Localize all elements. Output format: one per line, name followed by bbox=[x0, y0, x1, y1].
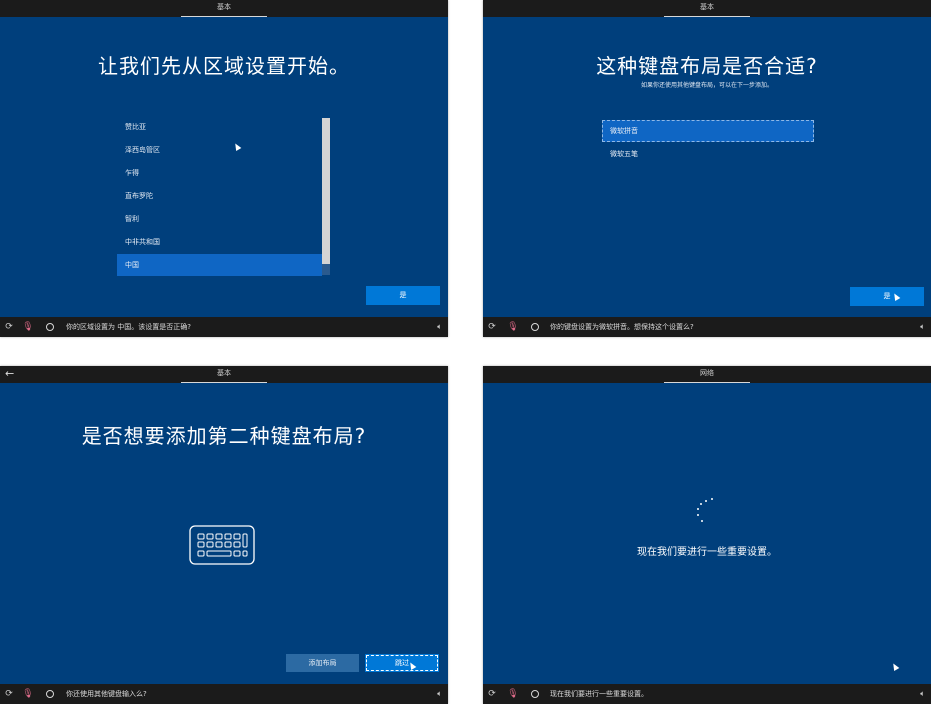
microphone-icon[interactable]: 🎙︎ bbox=[22, 321, 34, 333]
taskbar: ⟳ 🎙︎ 现在我们要进行一些重要设置。 🔈︎ bbox=[483, 684, 931, 704]
volume-icon[interactable]: 🔈︎ bbox=[920, 321, 925, 333]
status-text: 你的区域设置为 中国。该设置是否正确? bbox=[66, 323, 191, 331]
list-item[interactable]: 直布罗陀 bbox=[117, 185, 320, 207]
keyboard-icon bbox=[189, 525, 255, 565]
yes-button[interactable]: 是 bbox=[366, 286, 440, 305]
volume-icon[interactable]: 🔈︎ bbox=[437, 688, 442, 700]
list-item[interactable]: 赞比亚 bbox=[117, 116, 320, 138]
top-bar: 基本 bbox=[0, 0, 448, 17]
taskbar: ⟳ 🎙︎ 你还使用其他键盘输入么? 🔈︎ bbox=[0, 684, 448, 704]
cortana-circle-icon[interactable] bbox=[46, 323, 54, 331]
top-bar: 基本 bbox=[483, 0, 931, 17]
region-list[interactable]: 赞比亚 泽西岛管区 乍得 直布罗陀 智利 中非共和国 中国 bbox=[117, 116, 330, 277]
list-item[interactable]: 智利 bbox=[117, 208, 320, 230]
undo-arrow-icon[interactable]: ⟳ bbox=[486, 321, 498, 333]
volume-icon[interactable]: 🔈︎ bbox=[920, 688, 925, 700]
scrollbar-thumb[interactable] bbox=[322, 118, 330, 264]
list-item-selected[interactable]: 中国 bbox=[117, 254, 322, 276]
volume-icon[interactable]: 🔈︎ bbox=[437, 321, 442, 333]
loading-spinner-icon bbox=[689, 494, 719, 528]
microphone-icon[interactable]: 🎙︎ bbox=[22, 688, 34, 700]
status-message: 现在我们要进行一些重要设置。 bbox=[637, 547, 777, 558]
top-bar: ← 基本 bbox=[0, 366, 448, 383]
status-text: 你的键盘设置为微软拼音。想保持这个设置么? bbox=[550, 323, 694, 331]
undo-arrow-icon[interactable]: ⟳ bbox=[486, 688, 498, 700]
cortana-circle-icon[interactable] bbox=[531, 690, 539, 698]
page-title: 是否想要添加第二种键盘布局? bbox=[81, 424, 367, 448]
list-item[interactable]: 泽西岛管区 bbox=[117, 139, 320, 161]
cortana-circle-icon[interactable] bbox=[531, 323, 539, 331]
list-item[interactable]: 微软五笔 bbox=[602, 143, 814, 165]
tab-basics[interactable]: 基本 bbox=[181, 366, 267, 383]
yes-button[interactable]: 是 bbox=[850, 287, 924, 306]
list-item[interactable]: 中非共和国 bbox=[117, 231, 320, 253]
status-text: 现在我们要进行一些重要设置。 bbox=[550, 690, 648, 698]
tab-basics[interactable]: 基本 bbox=[664, 0, 750, 17]
microphone-icon[interactable]: 🎙︎ bbox=[507, 321, 519, 333]
back-arrow-icon[interactable]: ← bbox=[5, 368, 14, 380]
page-title: 这种键盘布局是否合适? bbox=[596, 54, 818, 78]
keyboard-layout-panel: 基本 这种键盘布局是否合适? 如果你还使用其他键盘布局，可以在下一步添加。 微软… bbox=[483, 0, 931, 337]
cortana-circle-icon[interactable] bbox=[46, 690, 54, 698]
tab-basics[interactable]: 基本 bbox=[181, 0, 267, 17]
status-text: 你还使用其他键盘输入么? bbox=[66, 690, 147, 698]
second-keyboard-panel: ← 基本 是否想要添加第二种键盘布局? 添加布局 跳过 ⟳ 🎙︎ 你还使用其他键… bbox=[0, 366, 448, 704]
skip-button[interactable]: 跳过 bbox=[365, 654, 439, 672]
taskbar: ⟳ 🎙︎ 你的键盘设置为微软拼音。想保持这个设置么? 🔈︎ bbox=[483, 317, 931, 337]
region-setup-panel: 基本 让我们先从区域设置开始。 赞比亚 泽西岛管区 乍得 直布罗陀 智利 中非共… bbox=[0, 0, 448, 337]
top-bar: 网络 bbox=[483, 366, 931, 383]
add-layout-button[interactable]: 添加布局 bbox=[286, 654, 359, 672]
microphone-icon[interactable]: 🎙︎ bbox=[507, 688, 519, 700]
page-title: 让我们先从区域设置开始。 bbox=[98, 54, 350, 78]
page-subtitle: 如果你还使用其他键盘布局，可以在下一步添加。 bbox=[640, 82, 773, 89]
mouse-cursor-icon bbox=[890, 661, 900, 672]
tab-network[interactable]: 网络 bbox=[664, 366, 750, 383]
list-item[interactable]: 乍得 bbox=[117, 162, 320, 184]
taskbar: ⟳ 🎙︎ 你的区域设置为 中国。该设置是否正确? 🔈︎ bbox=[0, 317, 448, 337]
network-setup-panel: 网络 现在我们要进行一些重要设置。 ⟳ 🎙︎ 现在我们要进行一些重要设置。 🔈︎ bbox=[483, 366, 931, 704]
undo-arrow-icon[interactable]: ⟳ bbox=[3, 321, 15, 333]
list-item-selected[interactable]: 微软拼音 bbox=[602, 120, 814, 142]
list-scrollbar[interactable] bbox=[322, 118, 330, 275]
undo-arrow-icon[interactable]: ⟳ bbox=[3, 688, 15, 700]
